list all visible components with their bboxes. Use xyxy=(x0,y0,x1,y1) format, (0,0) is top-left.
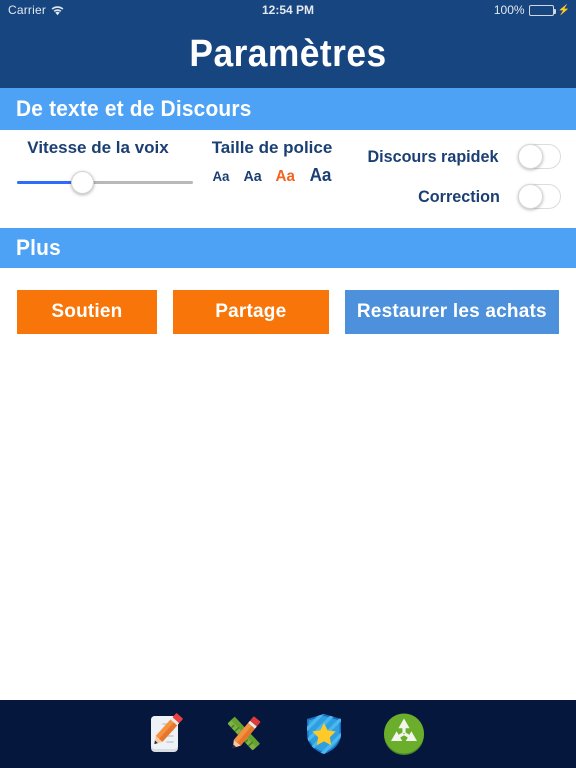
more-panel: Soutien Partage Restaurer les achats xyxy=(0,268,576,700)
pencil-and-ruler-icon xyxy=(221,711,267,757)
status-bar-clock: 12:54 PM xyxy=(261,3,315,17)
section-header-text-and-speech: De texte et de Discours xyxy=(0,88,576,130)
voice-speed-slider[interactable] xyxy=(17,170,193,196)
toolbar-item-edit-tools[interactable] xyxy=(218,708,270,760)
correction-row: Correction xyxy=(346,184,561,209)
page-title: Paramètres xyxy=(189,32,387,75)
fast-speech-label: Discours rapidek xyxy=(367,146,499,166)
toolbar-item-notes[interactable] xyxy=(138,708,190,760)
fast-speech-row: Discours rapidek xyxy=(346,144,561,169)
font-size-label: Taille de police xyxy=(211,138,333,157)
font-size-group: Taille de police xyxy=(196,138,348,158)
status-bar-right: 100% ⚡ xyxy=(494,3,570,17)
toggle-knob xyxy=(518,184,543,209)
font-size-option-4[interactable]: Aa xyxy=(309,166,331,184)
text-and-speech-panel: Vitesse de la voix Taille de police Aa A… xyxy=(0,130,576,228)
toolbar-item-recycle[interactable] xyxy=(378,708,430,760)
battery-percent-label: 100% xyxy=(493,3,525,17)
voice-speed-group: Vitesse de la voix xyxy=(0,138,196,158)
font-size-options: Aa Aa Aa Aa xyxy=(196,166,348,185)
toolbar-items xyxy=(138,708,430,760)
section-header-more: Plus xyxy=(0,228,576,268)
section-header-label: Plus xyxy=(16,235,61,260)
correction-toggle[interactable] xyxy=(518,184,561,209)
section-header-label: De texte et de Discours xyxy=(16,96,252,121)
lightning-bolt-icon: ⚡ xyxy=(557,4,570,16)
nav-header: Paramètres xyxy=(0,20,576,88)
recycle-icon xyxy=(381,711,427,757)
fast-speech-toggle[interactable] xyxy=(518,144,561,169)
font-size-option-2[interactable]: Aa xyxy=(244,169,262,184)
status-bar: Carrier 12:54 PM 100% ⚡ xyxy=(0,0,576,20)
toggle-knob xyxy=(518,144,543,169)
slider-knob[interactable] xyxy=(71,171,94,194)
restore-purchases-button[interactable]: Restaurer les achats xyxy=(344,290,559,334)
action-button-row: Soutien Partage Restaurer les achats xyxy=(17,290,559,334)
support-button[interactable]: Soutien xyxy=(17,290,157,334)
battery-icon xyxy=(528,4,556,16)
shield-star-icon xyxy=(301,711,347,757)
font-size-option-1[interactable]: Aa xyxy=(213,169,230,183)
toolbar-item-favorites[interactable] xyxy=(298,708,350,760)
font-size-option-3-selected[interactable]: Aa xyxy=(276,169,295,185)
app-root: Carrier 12:54 PM 100% ⚡ Paramètres De te… xyxy=(0,0,576,768)
memo-notepad-icon xyxy=(141,711,187,757)
share-button[interactable]: Partage xyxy=(172,290,329,334)
voice-speed-label: Vitesse de la voix xyxy=(27,138,169,157)
bottom-toolbar xyxy=(0,700,576,768)
correction-label: Correction xyxy=(418,186,500,206)
